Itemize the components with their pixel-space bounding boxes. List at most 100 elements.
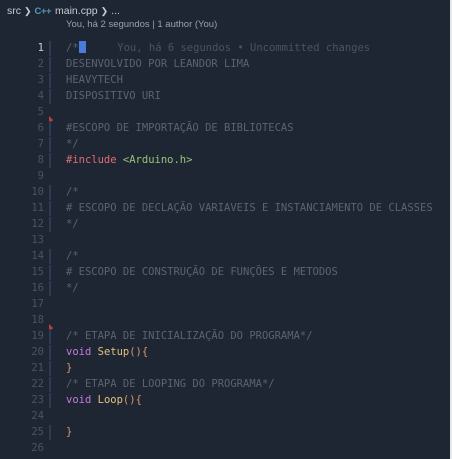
code-text: DESENVOLVIDO POR LEANDOR LIMA [66,58,250,70]
code-text: # ESCOPO DE CONSTRUÇÃO DE FUNÇÕES E METO… [66,266,338,278]
code-line[interactable]: 13 [0,232,450,248]
modified-marker [49,121,51,136]
code-line[interactable]: 26 [0,440,450,456]
cpp-file-icon: C++ [34,5,52,17]
modified-marker [49,73,51,88]
function-name: Setup [97,346,130,358]
chevron-right-icon: ❯ [100,5,109,16]
modified-marker [49,281,51,296]
line-number: 8 [37,154,44,166]
code-text: /* [66,42,79,54]
line-number: 19 [31,330,44,342]
line-number: 9 [37,170,44,182]
line-number: 20 [31,346,44,358]
line-number: 13 [31,234,44,246]
code-line[interactable]: 20 void Setup(){ [0,344,450,360]
modified-marker [49,57,51,72]
code-line[interactable]: 11 # ESCOPO DE DECLAÇÃO VARIAVEIS E INST… [0,200,450,216]
line-number: 21 [31,362,44,374]
code-text: HEAVYTECH [66,74,123,86]
line-number: 16 [31,282,44,294]
text-cursor [78,41,86,53]
code-line[interactable]: 21 } [0,360,450,376]
modified-marker [49,265,51,280]
modified-marker [49,217,51,232]
modified-marker [49,137,51,152]
include-directive: #include [66,154,117,166]
code-line[interactable]: 14 /* [0,248,450,264]
code-line[interactable]: 3 HEAVYTECH [0,72,450,88]
modified-marker [49,361,51,376]
breadcrumb: src ❯ C++ main.cpp ❯ ... [7,4,120,18]
code-line[interactable]: 19 /* ETAPA DE INICIALIZAÇÃO DO PROGRAMA… [0,328,450,344]
code-line[interactable]: 15 # ESCOPO DE CONSTRUÇÃO DE FUNÇÕES E M… [0,264,450,280]
code-text: # ESCOPO DE DECLAÇÃO VARIAVEIS E INSTANC… [66,202,433,214]
modified-marker [49,425,51,440]
line-number: 18 [31,314,44,326]
line-number: 4 [37,90,44,102]
modified-marker [49,185,51,200]
line-number: 22 [31,378,44,390]
modified-marker [49,89,51,104]
modified-marker [49,249,51,264]
line-number: 10 [31,186,44,198]
code-text: */ [66,282,79,294]
breadcrumb-folder[interactable]: src [7,5,21,17]
code-text: DISPOSITIVO URI [66,90,161,102]
line-number: 17 [31,298,44,310]
braces: (){ [122,394,142,406]
code-text: #ESCOPO DE IMPORTAÇÃO DE BIBLIOTECAS [66,122,294,134]
code-line[interactable]: 7 */ [0,136,450,152]
line-number: 5 [37,106,44,118]
inline-blame [86,42,118,54]
modified-marker [49,201,51,216]
code-line[interactable]: 18 [0,312,450,332]
code-line[interactable]: 17 [0,296,450,312]
modified-marker [49,393,51,408]
modified-marker [49,153,51,168]
code-line[interactable]: 25 } [0,424,450,440]
line-number: 12 [31,218,44,230]
code-line[interactable]: 8 #include <Arduino.h> [0,152,450,168]
breadcrumb-symbol[interactable]: ... [111,5,120,17]
closing-brace: } [66,362,73,374]
code-line[interactable]: 24 [0,408,450,424]
line-number: 11 [31,202,44,214]
line-number: 25 [31,426,44,438]
line-number: 1 [37,42,44,54]
code-line[interactable]: 12 */ [0,216,450,232]
code-line[interactable]: 2 DESENVOLVIDO POR LEANDOR LIMA [0,56,450,72]
code-text: */ [66,218,79,230]
code-line[interactable]: 22 /* ETAPA DE LOOPING DO PROGRAMA*/ [0,376,450,392]
code-editor[interactable]: src ❯ C++ main.cpp ❯ ... You, há 2 segun… [0,0,450,459]
keyword: void [66,346,92,358]
line-number: 2 [37,58,44,70]
braces: (){ [129,346,149,358]
line-number: 3 [37,74,44,86]
line-number: 24 [31,410,44,422]
inline-blame-text: You, há 6 segundos • Uncommitted changes [117,42,371,54]
code-text: /* ETAPA DE INICIALIZAÇÃO DO PROGRAMA*/ [66,330,313,342]
line-number: 7 [37,138,44,150]
code-text: /* ETAPA DE LOOPING DO PROGRAMA*/ [66,378,275,390]
line-number: 23 [31,394,44,406]
chevron-right-icon: ❯ [24,5,32,16]
keyword: void [66,394,92,406]
modified-marker [49,345,51,360]
git-codelens[interactable]: You, há 2 segundos | 1 author (You) [66,19,217,30]
code-line[interactable]: 5 [0,104,450,124]
code-line[interactable]: 1 /* You, há 6 segundos • Uncommitted ch… [0,40,450,56]
modified-marker [49,377,51,392]
line-number: 14 [31,250,44,262]
code-line[interactable]: 6 #ESCOPO DE IMPORTAÇÃO DE BIBLIOTECAS [0,120,450,136]
code-line[interactable]: 9 [0,168,450,184]
code-line[interactable]: 23 void Loop(){ [0,392,450,408]
closing-brace: } [66,426,73,438]
code-line[interactable]: 10 /* [0,184,450,200]
code-text: /* [66,250,79,262]
code-line[interactable]: 16 */ [0,280,450,296]
function-name: Loop [97,394,123,406]
modified-marker [49,329,51,344]
code-line[interactable]: 4 DISPOSITIVO URI [0,88,450,104]
breadcrumb-file[interactable]: main.cpp [55,5,98,17]
